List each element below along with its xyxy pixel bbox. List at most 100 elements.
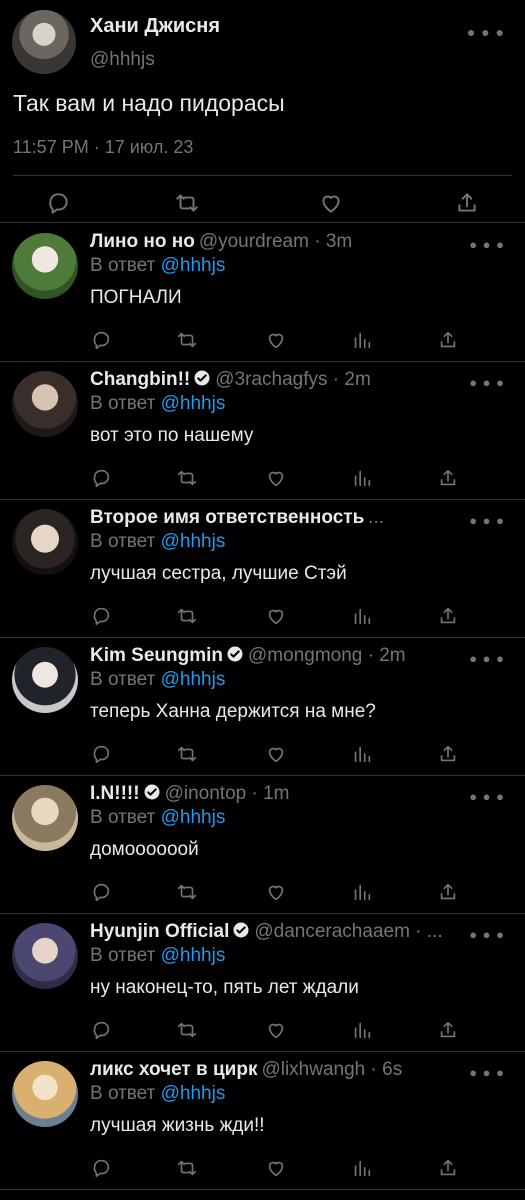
author-name[interactable]: Второе имя ответственность <box>90 507 364 528</box>
share-icon[interactable] <box>437 1019 459 1041</box>
reply-tweet[interactable]: Лино но но @yourdream · 3m ● ● ● В ответ … <box>0 223 525 362</box>
mention-link[interactable]: @hhhjs <box>161 531 226 552</box>
more-icon[interactable]: ● ● ● <box>469 927 505 942</box>
tweet-text: Так вам и надо пидорасы <box>13 90 285 116</box>
reply-to-label: В ответ <box>90 1083 156 1104</box>
more-icon[interactable]: ● ● ● <box>469 375 505 390</box>
more-icon[interactable]: ● ● ● <box>469 1065 505 1080</box>
author-name[interactable]: Лино но но <box>90 231 195 252</box>
tweet-text: лучшая жизнь жди!! <box>90 1115 265 1136</box>
tweet-text: теперь Ханна держится на мне? <box>90 701 376 722</box>
reply-to-line: В ответ @hhhjs <box>90 1083 225 1105</box>
tweet-actions <box>0 190 525 220</box>
views-icon[interactable] <box>351 329 373 351</box>
views-icon[interactable] <box>351 1157 373 1179</box>
retweet-icon[interactable] <box>176 881 198 903</box>
like-icon[interactable] <box>318 190 344 216</box>
share-icon[interactable] <box>437 329 459 351</box>
author-handle-time[interactable]: @yourdream · 3m <box>199 231 352 252</box>
more-icon[interactable]: ● ● ● <box>467 24 505 40</box>
views-icon[interactable] <box>351 605 373 627</box>
reply-to-line: В ответ @hhhjs <box>90 807 225 829</box>
author-name[interactable]: ликс хочет в цирк <box>90 1059 257 1080</box>
author-handle-time[interactable]: ... <box>368 507 384 528</box>
author-name[interactable]: Kim Seungmin <box>90 645 223 666</box>
avatar[interactable] <box>12 10 76 74</box>
retweet-icon[interactable] <box>174 190 200 216</box>
like-icon[interactable] <box>265 605 287 627</box>
views-icon[interactable] <box>351 467 373 489</box>
retweet-icon[interactable] <box>176 467 198 489</box>
avatar[interactable] <box>12 923 78 989</box>
mention-link[interactable]: @hhhjs <box>161 807 226 828</box>
retweet-icon[interactable] <box>176 605 198 627</box>
reply-to-label: В ответ <box>90 531 156 552</box>
more-icon[interactable]: ● ● ● <box>469 513 505 528</box>
views-icon[interactable] <box>351 881 373 903</box>
mention-link[interactable]: @hhhjs <box>161 945 226 966</box>
more-icon[interactable]: ● ● ● <box>469 789 505 804</box>
author-name[interactable]: Hyunjin Official <box>90 921 229 942</box>
reply-icon[interactable] <box>90 881 112 903</box>
retweet-icon[interactable] <box>176 329 198 351</box>
like-icon[interactable] <box>265 467 287 489</box>
retweet-icon[interactable] <box>176 1019 198 1041</box>
reply-icon[interactable] <box>90 605 112 627</box>
author-name[interactable]: Хани Джисня <box>90 15 220 38</box>
reply-icon[interactable] <box>90 329 112 351</box>
mention-link[interactable]: @hhhjs <box>161 669 226 690</box>
reply-tweet[interactable]: Hyunjin Official @dancerachaaem · ... ● ●… <box>0 913 525 1052</box>
mention-link[interactable]: @hhhjs <box>161 255 226 276</box>
mention-link[interactable]: @hhhjs <box>161 393 226 414</box>
tweet-text: лучшая сестра, лучшие Стэй <box>90 563 347 584</box>
like-icon[interactable] <box>265 881 287 903</box>
like-icon[interactable] <box>265 1157 287 1179</box>
tweet-actions <box>0 329 525 353</box>
reply-to-line: В ответ @hhhjs <box>90 255 225 277</box>
mention-link[interactable]: @hhhjs <box>161 1083 226 1104</box>
reply-icon[interactable] <box>90 1019 112 1041</box>
author-handle-time[interactable]: @lixhwangh · 6s <box>261 1059 402 1080</box>
share-icon[interactable] <box>437 881 459 903</box>
reply-tweet[interactable]: Kim Seungmin @mongmong · 2m ● ● ● В ответ… <box>0 637 525 776</box>
share-icon[interactable] <box>437 467 459 489</box>
reply-tweet[interactable]: Changbin!! @3rachagfys · 2m ● ● ● В ответ… <box>0 361 525 500</box>
author-handle-time[interactable]: @mongmong · 2m <box>248 645 406 666</box>
reply-icon[interactable] <box>90 467 112 489</box>
avatar[interactable] <box>12 785 78 851</box>
author-handle[interactable]: @hhhjs <box>90 49 155 71</box>
reply-to-label: В ответ <box>90 255 156 276</box>
share-icon[interactable] <box>437 605 459 627</box>
retweet-icon[interactable] <box>176 743 198 765</box>
like-icon[interactable] <box>265 743 287 765</box>
reply-icon[interactable] <box>45 190 71 216</box>
avatar[interactable] <box>12 647 78 713</box>
avatar[interactable] <box>12 233 78 299</box>
avatar[interactable] <box>12 1061 78 1127</box>
like-icon[interactable] <box>265 1019 287 1041</box>
views-icon[interactable] <box>351 743 373 765</box>
tweet-timestamp[interactable]: 11:57 PM · 17 июл. 23 <box>13 137 193 158</box>
share-icon[interactable] <box>454 190 480 216</box>
author-handle-time[interactable]: @inontop · 1m <box>165 783 290 804</box>
more-icon[interactable]: ● ● ● <box>469 651 505 666</box>
author-name[interactable]: Changbin!! <box>90 369 190 390</box>
author-handle-time[interactable]: @dancerachaaem · ... <box>254 921 442 942</box>
share-icon[interactable] <box>437 1157 459 1179</box>
reply-to-line: В ответ @hhhjs <box>90 669 225 691</box>
more-icon[interactable]: ● ● ● <box>469 237 505 252</box>
reply-tweet[interactable]: Второе имя ответственность... ● ● ● В от… <box>0 499 525 638</box>
reply-icon[interactable] <box>90 1157 112 1179</box>
author-handle-time[interactable]: @3rachagfys · 2m <box>215 369 371 390</box>
like-icon[interactable] <box>265 329 287 351</box>
author-name[interactable]: I.N!!!! <box>90 783 140 804</box>
avatar[interactable] <box>12 509 78 575</box>
avatar[interactable] <box>12 371 78 437</box>
share-icon[interactable] <box>437 743 459 765</box>
reply-tweet[interactable]: ликс хочет в цирк @lixhwangh · 6s ● ● ● В… <box>0 1051 525 1190</box>
reply-to-line: В ответ @hhhjs <box>90 393 225 415</box>
reply-icon[interactable] <box>90 743 112 765</box>
views-icon[interactable] <box>351 1019 373 1041</box>
retweet-icon[interactable] <box>176 1157 198 1179</box>
reply-tweet[interactable]: I.N!!!! @inontop · 1m ● ● ● В ответ @hhhj… <box>0 775 525 914</box>
